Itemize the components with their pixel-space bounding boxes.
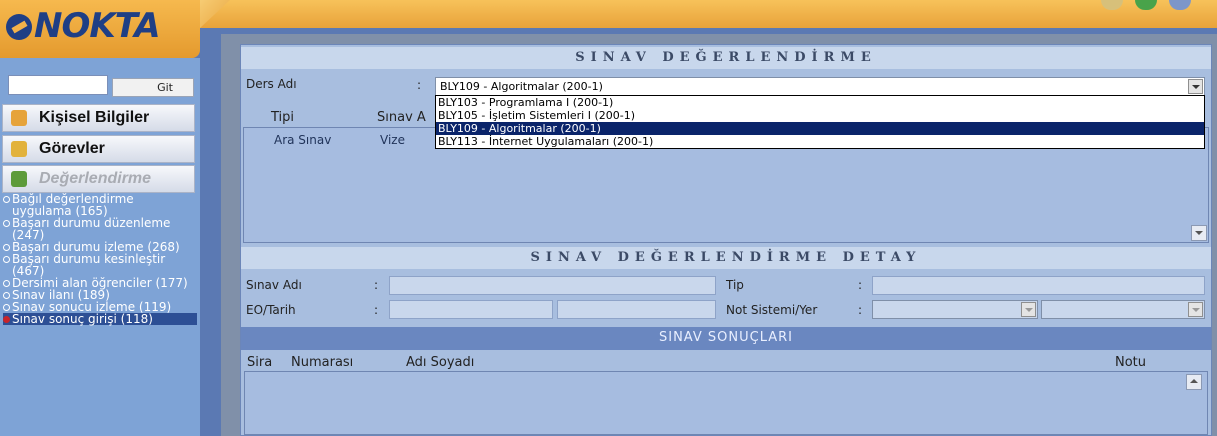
eo-field[interactable] [389, 300, 553, 319]
exam-row-type[interactable]: Ara Sınav [274, 133, 331, 147]
menu-item-label: Değerlendirme [39, 170, 152, 187]
column-header-name: Adı Soyadı [406, 355, 475, 370]
header-icon-group [1101, 0, 1191, 10]
scroll-down-button[interactable] [1191, 225, 1207, 241]
menu-item-degerlendirme[interactable]: Değerlendirme [2, 165, 195, 193]
git-button[interactable]: Git [112, 78, 194, 97]
colon: : [858, 303, 863, 317]
course-select-value: BLY109 - Algoritmalar (200-1) [440, 80, 603, 93]
person-icon [11, 110, 27, 126]
chevron-down-icon[interactable] [1021, 302, 1036, 317]
submenu-item-active[interactable]: Sınav sonuç girişi (118) [3, 313, 197, 325]
chart-icon [11, 171, 27, 187]
grade-system-label: Not Sistemi/Yer [726, 303, 818, 317]
results-grid [244, 371, 1208, 435]
course-select[interactable]: BLY109 - Algoritmalar (200-1) [435, 77, 1205, 96]
column-header-order: Sira [247, 355, 273, 370]
exam-name-label: Sınav Adı [246, 278, 302, 292]
grade-system-select[interactable] [872, 300, 1038, 319]
colon: : [374, 303, 379, 317]
course-option-selected[interactable]: BLY109 - Algoritmalar (200-1) [436, 122, 1204, 135]
column-header-grade: Notu [1115, 355, 1147, 370]
chevron-down-icon[interactable] [1188, 79, 1203, 94]
logo-area: NOKTA [0, 0, 200, 58]
course-label: Ders Adı [246, 77, 297, 91]
notebook-icon[interactable] [1101, 0, 1123, 10]
section-title-exam-evaluation: SINAV DEĞERLENDİRME [241, 47, 1211, 69]
section-title-exam-detail: SINAV DEĞERLENDİRME DETAY [241, 247, 1211, 269]
colon: : [374, 278, 379, 292]
type-field[interactable] [872, 276, 1205, 295]
exam-row-name[interactable]: Vize [380, 133, 405, 147]
date-field[interactable] [557, 300, 716, 319]
course-option[interactable]: BLY113 - İnternet Uygulamaları (200-1) [436, 135, 1204, 148]
column-header-exam-name: Sınav A [377, 110, 426, 125]
menu-item-gorevler[interactable]: Görevler [2, 135, 195, 163]
menu-item-kisisel-bilgiler[interactable]: Kişisel Bilgiler [2, 104, 195, 132]
colon: : [858, 278, 863, 292]
column-header-type: Tipi [271, 110, 295, 125]
submenu-item[interactable]: Bağıl değerlendirme uygulama (165) [3, 193, 197, 217]
exam-name-field[interactable] [389, 276, 716, 295]
course-dropdown-list: BLY103 - Programlama I (200-1) BLY105 - … [435, 95, 1205, 149]
tasks-icon [11, 141, 27, 157]
settings-icon[interactable] [1169, 0, 1191, 10]
chevron-down-icon[interactable] [1188, 302, 1203, 317]
location-select[interactable] [1041, 300, 1205, 319]
logo-mark-icon [6, 14, 32, 40]
nokta-logo: NOKTA [6, 6, 161, 46]
evaluation-submenu: Bağıl değerlendirme uygulama (165) Başar… [3, 193, 197, 325]
type-label: Tip [726, 278, 744, 292]
submenu-item[interactable]: Başarı durumu düzenleme (247) [3, 217, 197, 241]
submenu-item[interactable]: Başarı durumu kesinleştir (467) [3, 253, 197, 277]
logo-text: NOKTA [34, 6, 161, 46]
eo-date-label: EO/Tarih [246, 303, 296, 317]
scroll-up-button[interactable] [1186, 374, 1202, 390]
column-header-number: Numarası [291, 355, 354, 370]
menu-item-label: Kişisel Bilgiler [39, 109, 150, 126]
quick-go-input[interactable] [8, 75, 108, 95]
course-option[interactable]: BLY103 - Programlama I (200-1) [436, 96, 1204, 109]
left-sidebar: Git Kişisel Bilgiler Görevler Değerlendi… [0, 58, 200, 436]
section-title-exam-results: SINAV SONUÇLARI [241, 327, 1211, 350]
menu-item-label: Görevler [39, 140, 105, 157]
course-option[interactable]: BLY105 - İşletim Sistemleri I (200-1) [436, 109, 1204, 122]
refresh-icon[interactable] [1135, 0, 1157, 10]
colon: : [417, 78, 422, 92]
